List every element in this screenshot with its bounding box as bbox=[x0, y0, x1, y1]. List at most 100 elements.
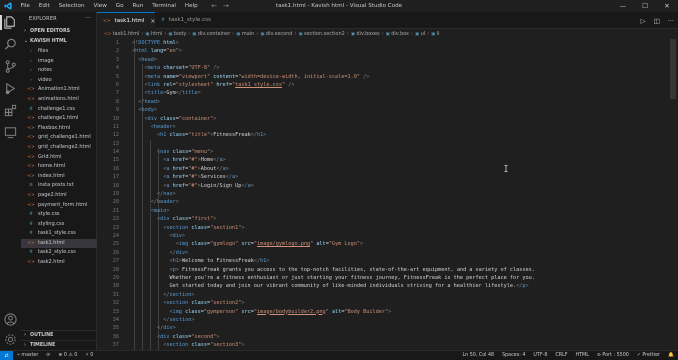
open-editors-header[interactable]: › OPEN EDITORS bbox=[21, 27, 97, 36]
eol-status[interactable]: CRLF bbox=[551, 351, 571, 360]
branch-status[interactable]: ⑂ master bbox=[13, 351, 42, 360]
css-file-icon: # bbox=[29, 212, 33, 218]
run-icon[interactable]: ▷ bbox=[641, 17, 646, 25]
cursor-position[interactable]: Ln 50, Col 48 bbox=[458, 351, 498, 360]
account-icon[interactable] bbox=[3, 312, 18, 327]
menu-file[interactable]: File bbox=[16, 0, 34, 12]
css-file-icon: # bbox=[29, 231, 33, 237]
file-item[interactable]: # styling.css bbox=[21, 220, 97, 230]
folder-item[interactable]: › video bbox=[21, 76, 97, 86]
breadcrumb-item[interactable]: task1.html bbox=[113, 31, 140, 37]
explorer-icon[interactable] bbox=[3, 15, 18, 30]
folder-item[interactable]: › files bbox=[21, 47, 97, 57]
minimize-button[interactable]: — bbox=[612, 0, 634, 12]
file-label: animations.html bbox=[38, 95, 79, 102]
file-item[interactable]: <> Flexbox.html bbox=[21, 124, 97, 134]
language-mode[interactable]: HTML bbox=[572, 351, 593, 360]
menu-selection[interactable]: Selection bbox=[54, 0, 89, 12]
encoding-status[interactable]: UTF-8 bbox=[529, 351, 551, 360]
file-item[interactable]: <> payment_form.html bbox=[21, 201, 97, 211]
line-number: 14 bbox=[112, 149, 119, 156]
breadcrumb-item[interactable]: div.container bbox=[198, 31, 230, 37]
file-label: grid_challenge2.html bbox=[38, 143, 91, 150]
breadcrumb-separator-icon: › bbox=[411, 31, 413, 37]
vscode-logo-icon bbox=[4, 2, 12, 10]
menu-run[interactable]: Run bbox=[128, 0, 148, 12]
file-item[interactable]: <> challenge1.html bbox=[21, 114, 97, 124]
folder-item[interactable]: › notes bbox=[21, 66, 97, 76]
line-number: 8 bbox=[115, 98, 119, 105]
breadcrumb-item[interactable]: div.boxes bbox=[356, 31, 379, 37]
file-item[interactable]: <> task2.html bbox=[21, 258, 97, 268]
source-control-icon[interactable] bbox=[3, 59, 18, 74]
settings-gear-icon[interactable] bbox=[3, 332, 18, 347]
line-number: 37 bbox=[112, 342, 119, 349]
menu-go[interactable]: Go bbox=[111, 0, 128, 12]
breadcrumb-item[interactable]: div.box bbox=[391, 31, 409, 37]
file-label: challenge1.html bbox=[38, 115, 79, 122]
problems-status[interactable]: ⊗ 0 ⚠ 0 bbox=[54, 351, 81, 360]
editor-scrollbar[interactable] bbox=[670, 39, 676, 99]
file-item[interactable]: # style.css bbox=[21, 210, 97, 220]
file-item[interactable]: <> task1.html bbox=[21, 238, 97, 249]
file-item[interactable]: ≡ insta posts.txt bbox=[21, 181, 97, 191]
file-item[interactable]: # challenge1.css bbox=[21, 105, 97, 115]
breadcrumb-item[interactable]: html bbox=[151, 31, 162, 37]
mouse-cursor-icon bbox=[504, 165, 508, 172]
folder-header[interactable]: ⌄ KAVISH HTML bbox=[21, 37, 97, 46]
line-number: 27 bbox=[112, 258, 119, 265]
file-label: task2_style.css bbox=[38, 249, 76, 256]
more-actions-icon[interactable]: ··· bbox=[85, 12, 91, 26]
file-item[interactable]: <> page2.html bbox=[21, 191, 97, 201]
run-debug-icon[interactable] bbox=[3, 81, 18, 96]
line-number: 9 bbox=[115, 107, 119, 114]
remote-explorer-icon[interactable] bbox=[3, 125, 18, 140]
ports-status[interactable]: ⚡ 0 bbox=[81, 351, 97, 360]
breadcrumb-item[interactable]: div.second bbox=[266, 31, 293, 37]
folder-item[interactable]: › image bbox=[21, 57, 97, 67]
line-number: 16 bbox=[112, 165, 119, 172]
indentation-status[interactable]: Spaces: 4 bbox=[498, 351, 529, 360]
code-editor[interactable]: 1 <!DOCTYPE html> 2 <html lang="en"> 3 <he… bbox=[97, 39, 678, 350]
file-item[interactable]: <> animations.html bbox=[21, 95, 97, 105]
file-item[interactable]: <> Grid.html bbox=[21, 153, 97, 163]
tab-task1-style-css[interactable]: # task1_style.css bbox=[155, 12, 219, 29]
breadcrumb-item[interactable]: ul bbox=[421, 31, 426, 37]
breadcrumb-item[interactable]: li bbox=[437, 31, 440, 37]
file-item[interactable]: <> index.html bbox=[21, 172, 97, 182]
menu-view[interactable]: View bbox=[89, 0, 111, 12]
search-icon[interactable] bbox=[3, 37, 18, 52]
remote-indicator-icon[interactable]: ⇄ bbox=[0, 350, 13, 360]
more-actions-icon[interactable]: ··· bbox=[668, 17, 674, 25]
back-arrow-icon[interactable]: ← bbox=[208, 0, 220, 12]
file-item[interactable]: <> Animation1.html bbox=[21, 85, 97, 95]
file-item[interactable]: <> grid_challenge2.html bbox=[21, 143, 97, 153]
timeline-section[interactable]: › TIMELINE bbox=[21, 340, 97, 350]
notifications-bell-icon[interactable]: 🔔 bbox=[664, 351, 678, 360]
tab-task1-html[interactable]: <> task1.html × bbox=[97, 12, 155, 29]
prettier-status[interactable]: ✓ Prettier bbox=[633, 351, 664, 360]
file-item[interactable]: # task2_style.css bbox=[21, 248, 97, 258]
live-server-port[interactable]: ⊘ Port : 5500 bbox=[593, 351, 633, 360]
file-item[interactable]: # task1_style.css bbox=[21, 229, 97, 239]
menu-edit[interactable]: Edit bbox=[34, 0, 54, 12]
menu-help[interactable]: Help bbox=[180, 0, 202, 12]
close-button[interactable]: ✕ bbox=[656, 0, 678, 12]
file-item[interactable]: <> grid_challenge1.html bbox=[21, 133, 97, 143]
breadcrumb-item[interactable]: main bbox=[242, 31, 255, 37]
breadcrumb-item[interactable]: section.section2 bbox=[304, 31, 345, 37]
breadcrumb-item[interactable]: body bbox=[174, 31, 186, 37]
maximize-button[interactable]: ☐ bbox=[634, 0, 656, 12]
forward-arrow-icon[interactable]: → bbox=[220, 0, 232, 12]
file-label: video bbox=[38, 76, 52, 83]
split-editor-icon[interactable]: ◫ bbox=[654, 17, 660, 25]
code-line: <div class="first"> bbox=[157, 216, 217, 223]
sync-icon[interactable]: ⟳ bbox=[42, 351, 54, 360]
extensions-icon[interactable] bbox=[3, 103, 18, 118]
outline-section[interactable]: › OUTLINE bbox=[21, 330, 97, 340]
menu-terminal[interactable]: Terminal bbox=[148, 0, 181, 12]
code-line: <section class="section2"> bbox=[163, 300, 245, 307]
breadcrumb: <> task1.html › ▣ html › ▣ body › ▣ div.container ›… bbox=[97, 29, 678, 39]
file-item[interactable]: <> home.html bbox=[21, 162, 97, 172]
line-number: 29 bbox=[112, 274, 119, 281]
